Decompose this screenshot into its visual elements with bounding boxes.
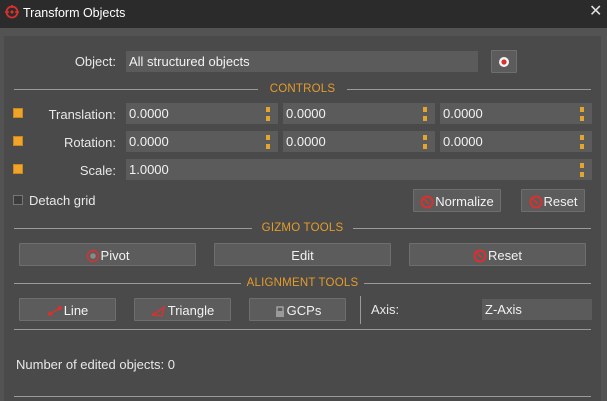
bottom-divider (14, 396, 591, 397)
transform-app-icon (5, 5, 19, 19)
alignment-separator: ALIGNMENT TOOLS (14, 277, 591, 289)
gizmo-separator: GIZMO TOOLS (14, 222, 591, 234)
line-align-icon (47, 305, 62, 316)
translation-x-spinner-icon[interactable] (266, 107, 270, 121)
axis-select[interactable]: Z-Axis (482, 299, 592, 320)
pivot-button[interactable]: Pivot (19, 243, 196, 266)
controls-reset-label: Reset (543, 194, 578, 210)
rotation-y-field[interactable]: 0.0000 (283, 131, 435, 152)
normalize-label: Normalize (435, 194, 494, 210)
object-select-button[interactable] (491, 50, 517, 73)
gcps-icon (275, 305, 284, 317)
normalize-button[interactable]: Normalize (413, 189, 501, 212)
scale-label: Scale: (79, 163, 116, 178)
line-label: Line (63, 303, 89, 319)
triangle-align-icon (150, 304, 165, 317)
transform-panel: Object: All structured objects CONTROLS … (4, 36, 601, 401)
line-button[interactable]: Line (19, 298, 116, 321)
reset-icon (529, 195, 543, 209)
controls-separator: CONTROLS (14, 83, 591, 95)
gcps-label: GCPs (286, 303, 322, 319)
detach-grid-checkbox[interactable] (13, 195, 23, 205)
gcps-button[interactable]: GCPs (249, 298, 346, 321)
triangle-label: Triangle (167, 303, 215, 319)
gizmo-heading: GIZMO TOOLS (261, 222, 344, 234)
controls-reset-button[interactable]: Reset (521, 189, 585, 212)
rotation-x-spinner-icon[interactable] (266, 135, 270, 149)
normalize-icon (420, 195, 434, 209)
title-bar[interactable]: Transform Objects ✕ (0, 0, 607, 28)
translation-x-field[interactable]: 0.0000 (126, 103, 278, 124)
rotation-x-field[interactable]: 0.0000 (126, 131, 278, 152)
triangle-button[interactable]: Triangle (134, 298, 231, 321)
window-title: Transform Objects (23, 6, 126, 20)
rotation-z-spinner-icon[interactable] (580, 135, 584, 149)
rotation-label: Rotation: (63, 135, 116, 150)
close-icon[interactable]: ✕ (589, 3, 602, 21)
scale-field[interactable]: 1.0000 (126, 159, 592, 180)
axis-divider (360, 296, 361, 324)
edit-button[interactable]: Edit (214, 243, 391, 266)
gizmo-reset-label: Reset (488, 248, 522, 264)
translation-z-spinner-icon[interactable] (580, 107, 584, 121)
edit-label: Edit (291, 248, 314, 264)
edited-objects-count: Number of edited objects: 0 (16, 357, 175, 372)
reset-icon (473, 249, 487, 263)
object-label: Object: (74, 54, 116, 69)
translation-y-spinner-icon[interactable] (423, 107, 427, 121)
pivot-icon (86, 249, 99, 262)
scale-spinner-icon[interactable] (580, 163, 584, 177)
detach-grid-label: Detach grid (29, 193, 96, 208)
rotation-y-spinner-icon[interactable] (423, 135, 427, 149)
gizmo-reset-button[interactable]: Reset (409, 243, 586, 266)
translation-z-field[interactable]: 0.0000 (440, 103, 592, 124)
object-field[interactable]: All structured objects (126, 51, 478, 72)
status-divider (14, 329, 591, 330)
target-select-icon (499, 57, 509, 67)
translation-label: Translation: (48, 107, 116, 122)
axis-label: Axis: (371, 302, 400, 317)
rotation-z-field[interactable]: 0.0000 (440, 131, 592, 152)
controls-heading: CONTROLS (269, 83, 336, 95)
pivot-label: Pivot (100, 248, 130, 264)
translation-y-field[interactable]: 0.0000 (283, 103, 435, 124)
alignment-heading: ALIGNMENT TOOLS (246, 277, 359, 289)
